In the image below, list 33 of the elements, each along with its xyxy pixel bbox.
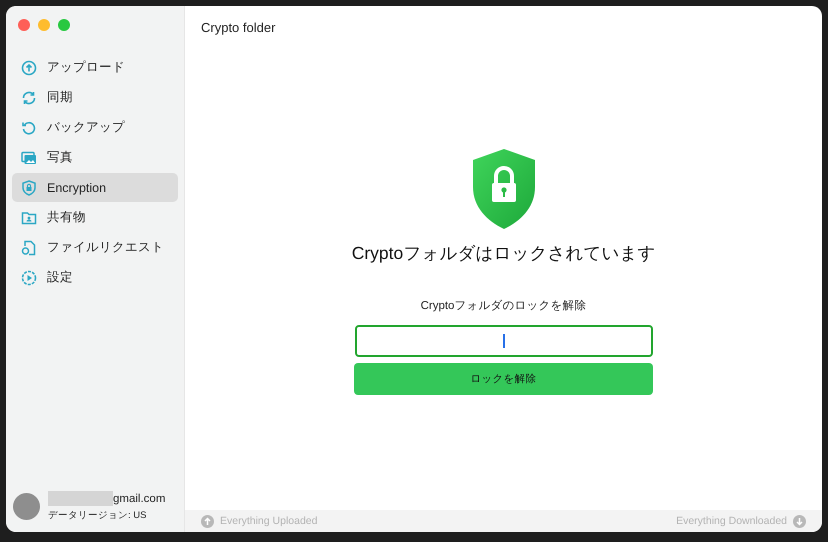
download-status: Everything Downloaded <box>676 515 787 527</box>
sidebar-item[interactable]: 共有物 <box>12 203 178 232</box>
password-field[interactable] <box>354 325 652 357</box>
minimize-button[interactable] <box>38 19 50 31</box>
shared-folder-icon <box>21 210 37 226</box>
sidebar-item[interactable]: ファイルリクエスト <box>12 233 178 262</box>
avatar <box>13 493 40 520</box>
close-button[interactable] <box>18 19 30 31</box>
history-icon <box>21 120 37 136</box>
account-email: gmail.com <box>113 492 166 504</box>
unlock-prompt: Cryptoフォルダのロックを解除 <box>420 298 586 313</box>
data-region: データリージョン: US <box>48 509 148 522</box>
redaction-bar <box>48 491 113 506</box>
locked-heading: Cryptoフォルダはロックされています <box>352 242 656 265</box>
sidebar-item[interactable]: バックアップ <box>12 113 178 142</box>
settings-icon <box>21 270 37 286</box>
sidebar-item[interactable]: アップロード <box>12 53 178 82</box>
photo-icon <box>21 150 37 166</box>
download-icon <box>793 514 806 528</box>
sidebar-item[interactable]: 写真 <box>12 143 178 172</box>
folder-title: Crypto folder <box>200 19 276 35</box>
sidebar-item[interactable]: 設定 <box>12 263 178 292</box>
upload-icon <box>201 514 214 528</box>
zoom-button[interactable] <box>58 19 70 31</box>
file-icon <box>21 240 37 256</box>
unlock-button[interactable]: ロックを解除 <box>354 363 653 395</box>
sync-icon <box>21 90 37 106</box>
upload-status: Everything Uploaded <box>220 515 318 527</box>
shield-icon <box>21 180 37 196</box>
sidebar-item[interactable]: 同期 <box>12 83 178 112</box>
upload-icon <box>21 60 37 76</box>
sidebar-item[interactable]: Encryption <box>12 173 178 202</box>
shield-lock-icon <box>472 149 534 229</box>
